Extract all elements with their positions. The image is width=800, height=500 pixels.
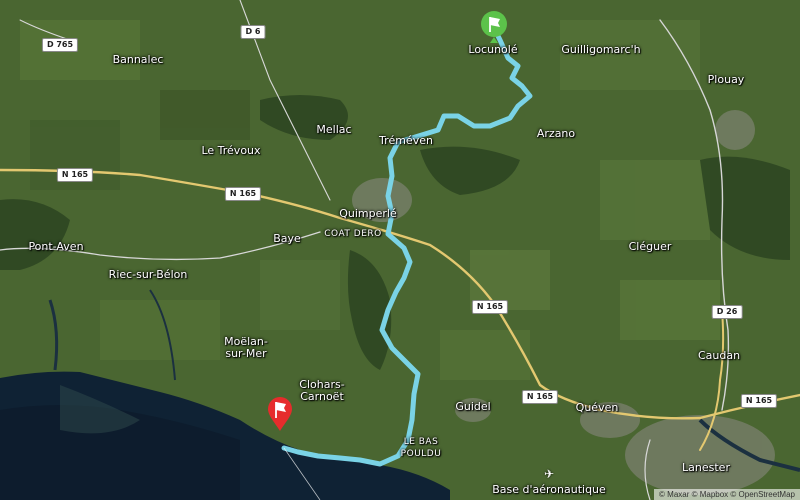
- place-label: Quimperlé: [339, 207, 397, 220]
- place-label: Moëlan-sur-Mer: [224, 335, 268, 360]
- road-shield: N 165: [521, 390, 559, 404]
- place-label: Clohars- Carnoët: [299, 378, 345, 403]
- place-label: Mellac: [316, 123, 352, 136]
- place-label: Caudan: [697, 349, 741, 362]
- place-label: Guilligomarc'h: [561, 43, 641, 56]
- place-label: Base d'aéronautique: [492, 483, 606, 496]
- road-shield: D 26: [711, 305, 743, 319]
- place-label: Locunolé: [468, 43, 518, 56]
- place-label: LE BAS POULDU: [400, 437, 442, 459]
- satellite-base: [0, 0, 800, 500]
- place-label: Quéven: [575, 401, 619, 414]
- place-label: Pont-Aven: [28, 240, 84, 253]
- start-marker[interactable]: [480, 10, 508, 44]
- place-label: Baye: [273, 232, 301, 245]
- airplane-icon: ✈: [543, 467, 555, 481]
- road-shield: N 165: [471, 300, 509, 314]
- place-label: Riec-sur-Bélon: [108, 268, 188, 281]
- place-label: COAT DERO: [324, 229, 382, 239]
- place-label: Le Trévoux: [201, 144, 261, 157]
- end-marker[interactable]: [266, 396, 294, 432]
- road-shield: D 6: [240, 25, 266, 39]
- map-attribution[interactable]: © Maxar © Mapbox © OpenStreetMap: [654, 489, 800, 500]
- place-label: Bannalec: [112, 53, 164, 66]
- road-shield: D 765: [41, 38, 79, 52]
- road-shield: N 165: [740, 394, 778, 408]
- place-label: Arzano: [536, 127, 576, 140]
- road-shield: N 165: [224, 187, 262, 201]
- place-label: Plouay: [707, 73, 745, 86]
- place-label: Guidel: [455, 400, 491, 413]
- map-view[interactable]: Bannalec Locunolé Guilligomarc'h Plouay Mell…: [0, 0, 800, 500]
- place-label: Tréméven: [379, 134, 433, 147]
- place-label: Cléguer: [628, 240, 672, 253]
- place-label: Lanester: [682, 461, 730, 474]
- road-shield: N 165: [56, 168, 94, 182]
